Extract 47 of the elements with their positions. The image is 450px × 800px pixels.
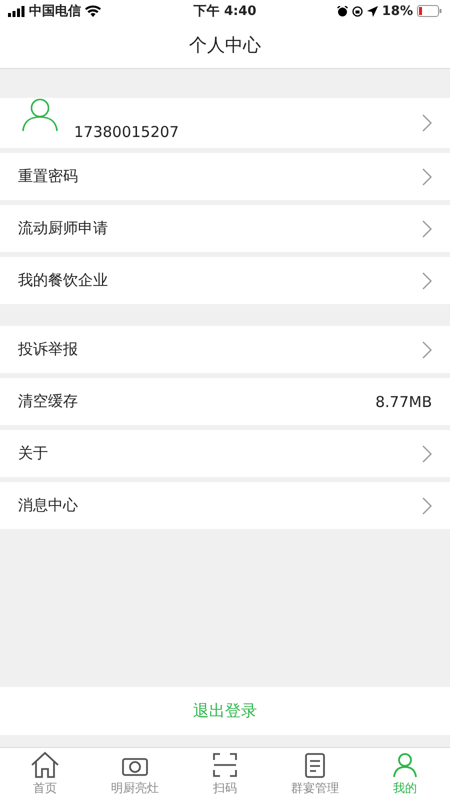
- chevron-icon: [422, 340, 432, 358]
- chevron-icon: [422, 272, 432, 290]
- battery-icon: [417, 5, 442, 17]
- scan-icon: [210, 751, 240, 779]
- rotation-lock-icon: [352, 6, 363, 16]
- menu-item[interactable]: 重置密码: [0, 153, 450, 200]
- profile-row[interactable]: 17380015207: [0, 98, 450, 148]
- menu-item[interactable]: 清空缓存 8.77MB: [0, 378, 450, 425]
- tab-label: 群宴管理: [291, 780, 339, 797]
- menu-item[interactable]: 投诉举报: [0, 326, 450, 373]
- home-icon: [30, 751, 60, 779]
- chevron-icon: [422, 444, 432, 462]
- tab-label: 我的: [393, 780, 417, 797]
- battery-percent: 18%: [382, 4, 413, 18]
- menu-item[interactable]: 关于: [0, 430, 450, 477]
- menu-label: 我的餐饮企业: [18, 271, 108, 290]
- menu-item[interactable]: 流动厨师申请: [0, 205, 450, 252]
- menu-label: 关于: [18, 444, 48, 463]
- tab[interactable]: 群宴管理: [270, 748, 360, 800]
- page-title: 个人中心: [189, 34, 261, 57]
- tab[interactable]: 首页: [0, 748, 90, 800]
- menu-label: 流动厨师申请: [18, 219, 108, 238]
- menu-label: 清空缓存: [18, 392, 78, 411]
- menu-label: 重置密码: [18, 167, 78, 186]
- tab-label: 明厨亮灶: [111, 780, 159, 797]
- phone-number: 17380015207: [74, 123, 180, 141]
- person-icon: [390, 751, 420, 779]
- cache-size: 8.77MB: [375, 392, 432, 410]
- chevron-icon: [422, 114, 432, 132]
- status-time: 下午 4:40: [194, 3, 256, 20]
- carrier-name: 中国电信: [29, 3, 81, 20]
- signal-icon: [8, 6, 25, 16]
- chevron-icon: [422, 220, 432, 238]
- menu-label: 消息中心: [18, 496, 78, 515]
- menu-item[interactable]: 消息中心: [0, 482, 450, 529]
- alarm-icon: [336, 6, 348, 16]
- tab[interactable]: 明厨亮灶: [90, 748, 180, 800]
- chevron-icon: [422, 496, 432, 514]
- user-icon: [22, 98, 58, 132]
- tab[interactable]: 扫码: [180, 748, 270, 800]
- chevron-icon: [422, 168, 432, 186]
- tab-label: 首页: [33, 780, 57, 797]
- menu-label: 投诉举报: [18, 340, 78, 359]
- wifi-icon: [85, 5, 101, 17]
- tab-label: 扫码: [213, 780, 237, 797]
- menu-item[interactable]: 我的餐饮企业: [0, 257, 450, 304]
- location-icon: [366, 6, 378, 16]
